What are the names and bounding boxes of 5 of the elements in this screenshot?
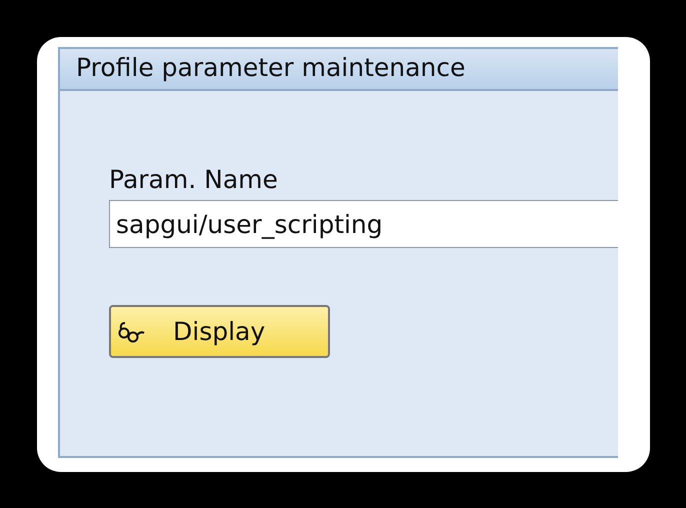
input-field[interactable]: sapgui/user_scripting bbox=[109, 200, 618, 248]
field-label: Param. Name bbox=[109, 165, 278, 194]
glasses-icon bbox=[117, 320, 147, 344]
display-button[interactable]: Display bbox=[109, 305, 330, 358]
window-title: Profile parameter maintenance bbox=[60, 49, 618, 91]
